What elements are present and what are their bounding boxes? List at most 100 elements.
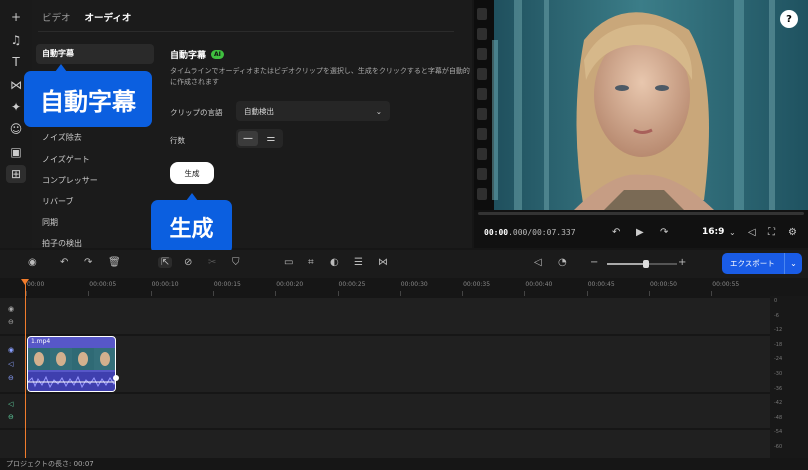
split-icon[interactable]: ✂ (208, 257, 216, 268)
panel-tabs: ビデオ オーディオ (42, 10, 131, 24)
tab-video[interactable]: ビデオ (42, 10, 71, 24)
side-item-reverb[interactable]: リバーブ (36, 196, 80, 207)
volume-icon[interactable]: ◁ (748, 227, 756, 238)
volume-icon[interactable]: ◁ (8, 360, 13, 368)
zoom-slider[interactable] (607, 260, 677, 268)
crop-icon[interactable]: ⌗ (308, 257, 314, 268)
delete-icon[interactable]: 🗑 (108, 257, 121, 268)
clip-volume-handle[interactable] (113, 375, 119, 381)
meter-label: -12 (774, 327, 783, 334)
playhead-handle[interactable] (21, 279, 29, 285)
help-icon[interactable]: ? (780, 10, 798, 28)
aspect-ratio-select[interactable]: 16:9 (702, 227, 724, 237)
single-line-icon[interactable]: — (238, 131, 258, 146)
plus-icon[interactable]: + (6, 8, 26, 26)
timecode-rest: .000/00:07.337 (508, 227, 576, 237)
clip-language-label: クリップの言語 (170, 108, 223, 117)
ruler-label: 00:00:45 (587, 281, 615, 288)
disable-icon[interactable]: ⊘ (184, 257, 192, 268)
undo-icon[interactable]: ↶ (60, 257, 68, 268)
double-line-icon[interactable]: ⚌ (261, 131, 281, 146)
eye-icon[interactable]: ◉ (8, 346, 14, 354)
ruler-tick (88, 291, 90, 296)
meter-label: -6 (774, 312, 779, 319)
speed-icon[interactable]: ◔ (558, 257, 567, 268)
chevron-down-icon[interactable]: ⌄ (784, 253, 802, 274)
caption-icon[interactable]: ▭ (284, 257, 293, 268)
callout-pointer (186, 193, 198, 201)
rows-label: 行数 (170, 136, 185, 145)
timecode: 00:00.000/00:07.337 (484, 228, 576, 237)
side-item-noise-gate[interactable]: ノイズゲート (36, 154, 96, 165)
ruler-tick (649, 291, 650, 296)
record-icon[interactable]: ▣ (6, 143, 26, 161)
ruler-label: 00:00:30 (400, 281, 428, 288)
link-icon[interactable]: ⊖ (8, 374, 14, 382)
section-title-text: 自動字幕 (170, 51, 207, 61)
track-empty[interactable] (24, 430, 770, 458)
track-header-audio: ◁ ⊖ (0, 394, 24, 428)
meter-label: -54 (774, 429, 783, 436)
select-tool-icon[interactable]: ⇱ (158, 257, 173, 268)
track-video[interactable] (24, 336, 770, 392)
track-empty[interactable] (24, 298, 770, 334)
callout-auto-subtitles: 自動字幕 (24, 71, 152, 127)
tab-audio[interactable]: オーディオ (85, 10, 132, 24)
apps-icon[interactable]: ⊞ (6, 165, 26, 183)
chevron-down-icon[interactable]: ⌄ (729, 228, 736, 237)
fullscreen-icon[interactable]: ⛶ (768, 227, 775, 238)
zoom-knob[interactable] (642, 260, 649, 268)
side-item-beat-detection[interactable]: 拍子の検出 (36, 238, 88, 249)
preview-scrubber[interactable] (478, 212, 804, 215)
side-item-sync[interactable]: 同期 (36, 217, 64, 228)
record-icon[interactable]: ◉ (28, 257, 37, 268)
generate-button[interactable]: 生成 (170, 162, 214, 184)
link-icon[interactable]: ⊖ (8, 318, 14, 326)
settings-icon[interactable]: ⚙ (788, 227, 797, 238)
video-frame: ? (474, 0, 808, 210)
shield-icon[interactable]: ⛉ (232, 257, 240, 268)
ruler-label: 00:00:10 (151, 281, 179, 288)
side-item-auto-subtitles[interactable]: 自動字幕 (36, 44, 154, 64)
transition-icon[interactable]: ⋈ (6, 76, 26, 94)
link-icon[interactable]: ⊖ (8, 413, 14, 421)
redo-icon[interactable]: ↷ (660, 227, 668, 238)
text-icon[interactable]: T (6, 53, 26, 71)
auto-subtitles-content: 自動字幕 AI タイムラインでオーディオまたはビデオクリップを選択し、生成をクリ… (170, 48, 470, 88)
music-icon[interactable]: ♫ (6, 31, 26, 49)
effects-icon[interactable]: ✦ (6, 98, 26, 116)
color-icon[interactable]: ◐ (330, 257, 339, 268)
side-item-noise-removal[interactable]: ノイズ除去 (36, 132, 88, 143)
zoom-in-icon[interactable]: + (678, 257, 686, 268)
side-item-compressor[interactable]: コンプレッサー (36, 175, 104, 186)
volume-icon[interactable]: ◁ (8, 400, 13, 408)
play-icon[interactable]: ▶ (636, 227, 644, 238)
preview-controls: 00:00.000/00:07.337 ↶ ▶ ↷ 16:9 ⌄ ◁ ⛶ ⚙ (474, 220, 808, 244)
clip-thumbnails (28, 348, 115, 391)
ruler-label: 00:00 (27, 281, 45, 288)
audio-detach-icon[interactable]: ◁ (534, 257, 542, 268)
ai-badge: AI (211, 50, 224, 59)
rows-toggle: — ⚌ (236, 129, 283, 148)
callout-pointer (55, 64, 67, 72)
video-clip[interactable]: 1.mp4 (27, 336, 116, 392)
ruler-tick (150, 291, 152, 296)
ruler-label: 00:00:05 (89, 281, 117, 288)
track-audio[interactable] (24, 394, 770, 428)
eye-icon[interactable]: ◉ (8, 305, 14, 313)
ruler-tick (586, 291, 588, 296)
track-header-video: ◉ ◁ ⊖ (0, 336, 24, 392)
export-button[interactable]: エクスポート ⌄ (722, 253, 802, 274)
time-ruler[interactable]: 00:00 00:00:05 00:00:10 00:00:15 00:00:20 00:… (0, 278, 770, 296)
playhead[interactable] (25, 280, 26, 458)
zoom-out-icon[interactable]: − (590, 257, 598, 268)
audio-level-meter: 0 -6 -12 -18 -24 -30 -36 -42 -48 -54 -60 (770, 296, 808, 458)
section-description: タイムラインでオーディオまたはビデオクリップを選択し、生成をクリックすると字幕が… (170, 67, 470, 86)
adjust-icon[interactable]: ☰ (354, 257, 363, 268)
sticker-icon[interactable]: ☺ (6, 120, 26, 138)
callout-generate: 生成 (151, 200, 232, 254)
clip-language-select[interactable]: 自動検出 ⌄ (236, 101, 390, 121)
undo-icon[interactable]: ↶ (612, 227, 620, 238)
redo-icon[interactable]: ↷ (84, 257, 92, 268)
transition-icon[interactable]: ⋈ (378, 257, 388, 268)
